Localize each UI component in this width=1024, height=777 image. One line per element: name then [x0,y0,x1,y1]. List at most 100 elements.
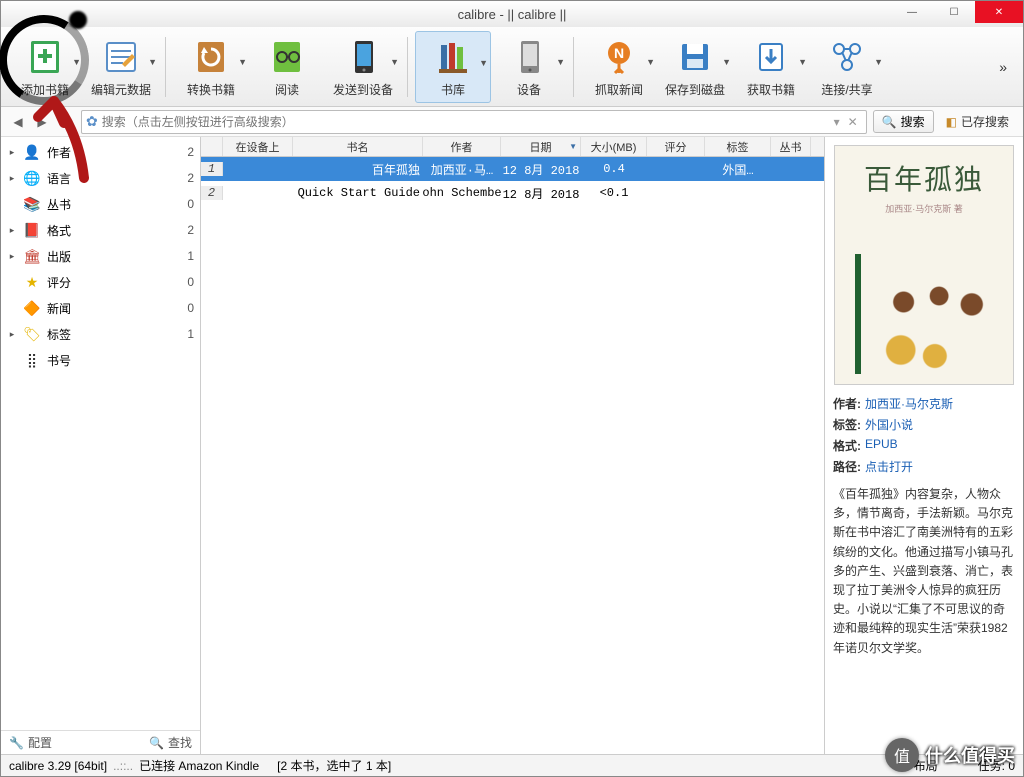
meta-path-link[interactable]: 点击打开 [865,458,913,475]
sidebar-item[interactable]: ⣿ 书号 [1,347,200,373]
dropdown-icon[interactable]: ▼ [556,57,565,67]
saved-search-button[interactable]: ◧ 已存搜索 [940,111,1015,132]
col-on-device[interactable]: 在设备上 [223,137,293,156]
toolbar-overflow-button[interactable]: » [989,59,1017,75]
category-icon: 🏛 [23,247,41,265]
meta-format-link[interactable]: EPUB [865,437,898,454]
sidebar-item[interactable]: 🔶新闻0 [1,295,200,321]
search-clear-button[interactable]: ✕ [844,115,862,129]
search-input[interactable] [102,115,830,129]
add-books-button[interactable]: 添加书籍 ▼ [7,31,83,103]
status-jobs-button[interactable]: 任务: 0 [978,757,1015,774]
col-rating[interactable]: 评分 [647,137,705,156]
status-layout-button[interactable]: 布局 [914,757,938,774]
read-button[interactable]: 阅读 [249,31,325,103]
toolbar-label: 设备 [517,81,541,98]
virtual-library-button[interactable]: ▦ [57,111,75,133]
cell-title: 百年孤独 [293,161,423,178]
category-icon: ⣿ [23,351,41,369]
library-button[interactable]: 书库 ▼ [415,31,491,103]
dropdown-icon[interactable]: ▼ [798,57,807,67]
book-cover[interactable]: 百年孤独 加西亚·马尔克斯 著 [834,145,1014,385]
nav-forward-button[interactable]: ▶ [33,111,51,133]
dropdown-icon[interactable]: ▼ [479,58,488,68]
save-to-disk-button[interactable]: 保存到磁盘 ▼ [657,31,733,103]
category-icon: ★ [23,273,41,291]
sidebar-item[interactable]: ▸👤作者2 [1,139,200,165]
toolbar-label: 连接/共享 [821,81,872,98]
expander-icon[interactable]: ▸ [7,251,17,262]
dropdown-icon[interactable]: ▼ [238,57,247,67]
wrench-icon: 🔧 [9,736,24,750]
convert-books-button[interactable]: 转换书籍 ▼ [173,31,249,103]
sidebar-item-count: 1 [174,249,194,263]
fetch-news-button[interactable]: N 抓取新闻 ▼ [581,31,657,103]
search-dropdown-icon[interactable]: ▾ [830,115,844,129]
configure-button[interactable]: 🔧 配置 [9,734,52,751]
find-button[interactable]: 🔍 查找 [149,734,192,751]
main-toolbar: 添加书籍 ▼ 编辑元数据 ▼ 转换书籍 ▼ 阅读 [1,27,1023,107]
expander-icon[interactable]: ▸ [7,329,17,340]
cell-date: 12 8月 2018 [501,185,581,202]
sidebar-item[interactable]: ▸📕格式2 [1,217,200,243]
dropdown-icon[interactable]: ▼ [874,57,883,67]
category-icon: 👤 [23,143,41,161]
toolbar-separator [573,37,575,97]
connect-share-button[interactable]: 连接/共享 ▼ [809,31,885,103]
sidebar-item[interactable]: ★评分0 [1,269,200,295]
col-date[interactable]: 日期▼ [501,137,581,156]
dropdown-icon[interactable]: ▼ [148,57,157,67]
meta-author-key: 作者: [833,395,861,412]
category-icon: 🌐 [23,169,41,187]
search-icon: 🔍 [149,736,164,750]
meta-author-link[interactable]: 加西亚·马尔克斯 [865,395,953,412]
sidebar-item[interactable]: ▸🌐语言2 [1,165,200,191]
edit-metadata-button[interactable]: 编辑元数据 ▼ [83,31,159,103]
sidebar-item-count: 1 [174,327,194,341]
table-row[interactable]: 1百年孤独加西亚·马…12 8月 20180.4外国… [201,157,824,181]
category-icon: 🏷 [23,325,41,343]
dropdown-icon[interactable]: ▼ [390,57,399,67]
col-index[interactable] [201,137,223,156]
col-tags[interactable]: 标签 [705,137,771,156]
advanced-search-gear-icon[interactable]: ✿ [86,113,98,130]
window-minimize-button[interactable]: — [891,1,933,23]
table-row[interactable]: 2Quick Start GuideJohn Schember12 8月 201… [201,181,824,205]
dropdown-icon[interactable]: ▼ [72,57,81,67]
meta-tags-link[interactable]: 外国小说 [865,416,913,433]
sidebar-item-label: 书号 [47,352,168,369]
window-close-button[interactable]: ✕ [975,1,1023,23]
expander-icon[interactable]: ▸ [7,225,17,236]
dropdown-icon[interactable]: ▼ [722,57,731,67]
sidebar-item-label: 丛书 [47,196,168,213]
send-to-device-button[interactable]: 发送到设备 ▼ [325,31,401,103]
col-author[interactable]: 作者 [423,137,501,156]
find-label: 查找 [168,734,192,751]
device-button[interactable]: 设备 ▼ [491,31,567,103]
col-series[interactable]: 丛书 [771,137,811,156]
get-books-button[interactable]: 获取书籍 ▼ [733,31,809,103]
cell-tags: 外国… [705,161,771,178]
configure-label: 配置 [28,734,52,751]
search-go-label: 搜索 [901,113,925,130]
nav-back-button[interactable]: ◀ [9,111,27,133]
expander-icon[interactable]: ▸ [7,173,17,184]
sidebar-item-label: 标签 [47,326,168,343]
cover-subtitle: 加西亚·马尔克斯 著 [885,202,963,215]
expander-icon[interactable]: ▸ [7,147,17,158]
window-maximize-button[interactable]: ☐ [933,1,975,23]
meta-tags-key: 标签: [833,416,861,433]
book-list-panel: 在设备上 书名 作者 日期▼ 大小(MB) 评分 标签 丛书 1百年孤独加西亚·… [201,137,825,754]
sidebar-item[interactable]: ▸🏛出版1 [1,243,200,269]
sidebar-item-label: 作者 [47,144,168,161]
col-title[interactable]: 书名 [293,137,423,156]
dropdown-icon[interactable]: ▼ [646,57,655,67]
cell-title: Quick Start Guide [293,186,423,200]
status-bar: calibre 3.29 [64bit] ..::.. 已连接 Amazon K… [1,754,1023,776]
saved-search-label: 已存搜索 [961,113,1009,130]
sidebar-item[interactable]: 📚丛书0 [1,191,200,217]
col-size[interactable]: 大小(MB) [581,137,647,156]
sidebar-item[interactable]: ▸ 🏷 标签 1 [1,321,200,347]
sidebar-item-label: 格式 [47,222,168,239]
search-go-button[interactable]: 🔍 搜索 [873,110,934,133]
